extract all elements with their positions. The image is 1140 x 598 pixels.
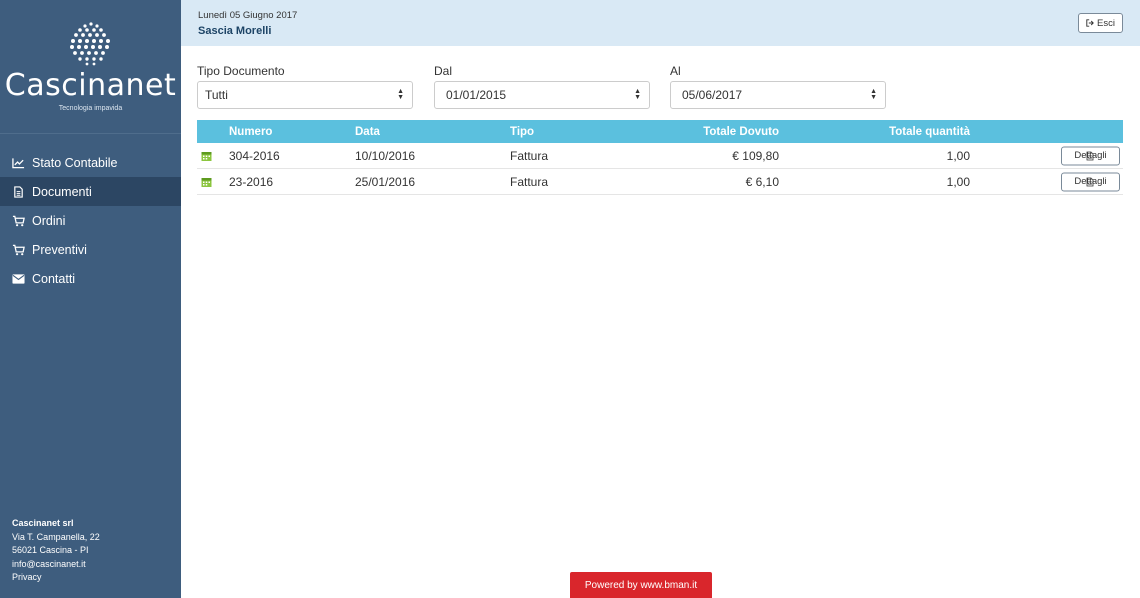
company-street: Via T. Campanella, 22 [12, 531, 100, 542]
logo-name: Cascinanet [4, 68, 177, 103]
tipo-documento-select[interactable]: Tutti ▲ ▼ [197, 81, 413, 109]
details-button[interactable]: Dettagli [1061, 146, 1120, 165]
cell-tipo: Fattura [510, 174, 549, 189]
logo-tagline: Tecnologia impavida [58, 105, 123, 112]
filter-label: Dal [434, 64, 453, 78]
details-button[interactable]: Dettagli [1061, 172, 1120, 191]
globe-logo-icon [69, 22, 110, 66]
sidebar-item-label: Contatti [32, 271, 76, 286]
privacy-link[interactable]: Privacy [12, 571, 100, 585]
select-value: 01/01/2015 [446, 88, 507, 102]
filter-al: Al 05/06/2017 ▲ ▼ [670, 64, 886, 109]
sidebar-nav: Stato Contabile Documenti Ordini Prevent… [0, 148, 181, 293]
cell-data: 10/10/2016 [355, 148, 416, 163]
select-arrows-icon: ▲ ▼ [634, 88, 641, 101]
column-header-tipo[interactable]: Tipo [510, 126, 534, 138]
cell-totale-quantita: 1,00 [946, 148, 970, 163]
sidebar-item-label: Preventivi [32, 242, 87, 257]
sidebar-item-label: Ordini [32, 213, 66, 228]
cell-data: 25/01/2016 [355, 174, 416, 189]
sidebar-item-stato-contabile[interactable]: Stato Contabile [0, 148, 181, 177]
calendar-icon [201, 177, 212, 187]
company-city: 56021 Cascina - PI [12, 545, 89, 555]
cell-numero: 304-2016 [229, 148, 280, 163]
select-value: Tutti [205, 88, 228, 102]
cell-totale-dovuto: € 6,10 [745, 174, 779, 189]
top-header: Lunedì 05 Giugno 2017 Sascia Morelli Esc… [181, 0, 1140, 46]
sidebar-item-label: Stato Contabile [32, 155, 118, 170]
cell-numero: 23-2016 [229, 174, 274, 189]
sidebar-item-documenti[interactable]: Documenti [0, 177, 181, 206]
cart-icon [11, 244, 25, 256]
company-email-link[interactable]: info@cascinanet.it [12, 558, 100, 572]
sign-out-icon [1086, 19, 1094, 27]
table-header: Numero Data Tipo Totale Dovuto Totale qu… [197, 120, 1123, 143]
column-header-totale-quantita[interactable]: Totale quantità [889, 126, 970, 138]
sidebar-item-label: Documenti [32, 184, 92, 199]
powered-by-badge[interactable]: Powered by www.bman.it [570, 572, 712, 598]
logout-label: Esci [1097, 17, 1115, 29]
company-name: Cascinanet srl [12, 518, 74, 528]
filter-label: Al [670, 64, 681, 78]
document-icon [11, 185, 25, 198]
column-header-totale-dovuto[interactable]: Totale Dovuto [703, 126, 779, 138]
line-chart-icon [11, 157, 25, 169]
company-info: Cascinanet srl Via T. Campanella, 22 560… [12, 517, 100, 585]
table-row: 23-2016 25/01/2016 Fattura € 6,10 1,00 D… [197, 169, 1123, 195]
envelope-icon [11, 273, 25, 285]
select-arrows-icon: ▲ ▼ [870, 88, 877, 101]
dal-select[interactable]: 01/01/2015 ▲ ▼ [434, 81, 650, 109]
column-header-numero[interactable]: Numero [229, 126, 272, 138]
cart-icon [11, 215, 25, 227]
current-date: Lunedì 05 Giugno 2017 [198, 10, 298, 21]
logo[interactable]: Cascinanet Tecnologia impavida [0, 0, 181, 134]
sidebar-item-preventivi[interactable]: Preventivi [0, 235, 181, 264]
sidebar-item-contatti[interactable]: Contatti [0, 264, 181, 293]
select-value: 05/06/2017 [682, 88, 743, 102]
filter-label: Tipo Documento [197, 64, 285, 78]
select-arrows-icon: ▲ ▼ [397, 88, 404, 101]
sidebar: Cascinanet Tecnologia impavida Stato Con… [0, 0, 181, 598]
cell-totale-dovuto: € 109,80 [732, 148, 779, 163]
column-header-data[interactable]: Data [355, 126, 380, 138]
cell-tipo: Fattura [510, 148, 549, 163]
al-select[interactable]: 05/06/2017 ▲ ▼ [670, 81, 886, 109]
details-label: Dettagli [1074, 176, 1107, 187]
cell-totale-quantita: 1,00 [946, 174, 970, 189]
filter-dal: Dal 01/01/2015 ▲ ▼ [434, 64, 650, 109]
documents-table: Numero Data Tipo Totale Dovuto Totale qu… [197, 120, 1123, 195]
calendar-icon [201, 151, 212, 161]
details-label: Dettagli [1074, 150, 1107, 161]
logout-button[interactable]: Esci [1078, 13, 1123, 33]
user-name: Sascia Morelli [198, 25, 272, 37]
filter-tipo-documento: Tipo Documento Tutti ▲ ▼ [197, 64, 413, 109]
table-row: 304-2016 10/10/2016 Fattura € 109,80 1,0… [197, 143, 1123, 169]
sidebar-item-ordini[interactable]: Ordini [0, 206, 181, 235]
